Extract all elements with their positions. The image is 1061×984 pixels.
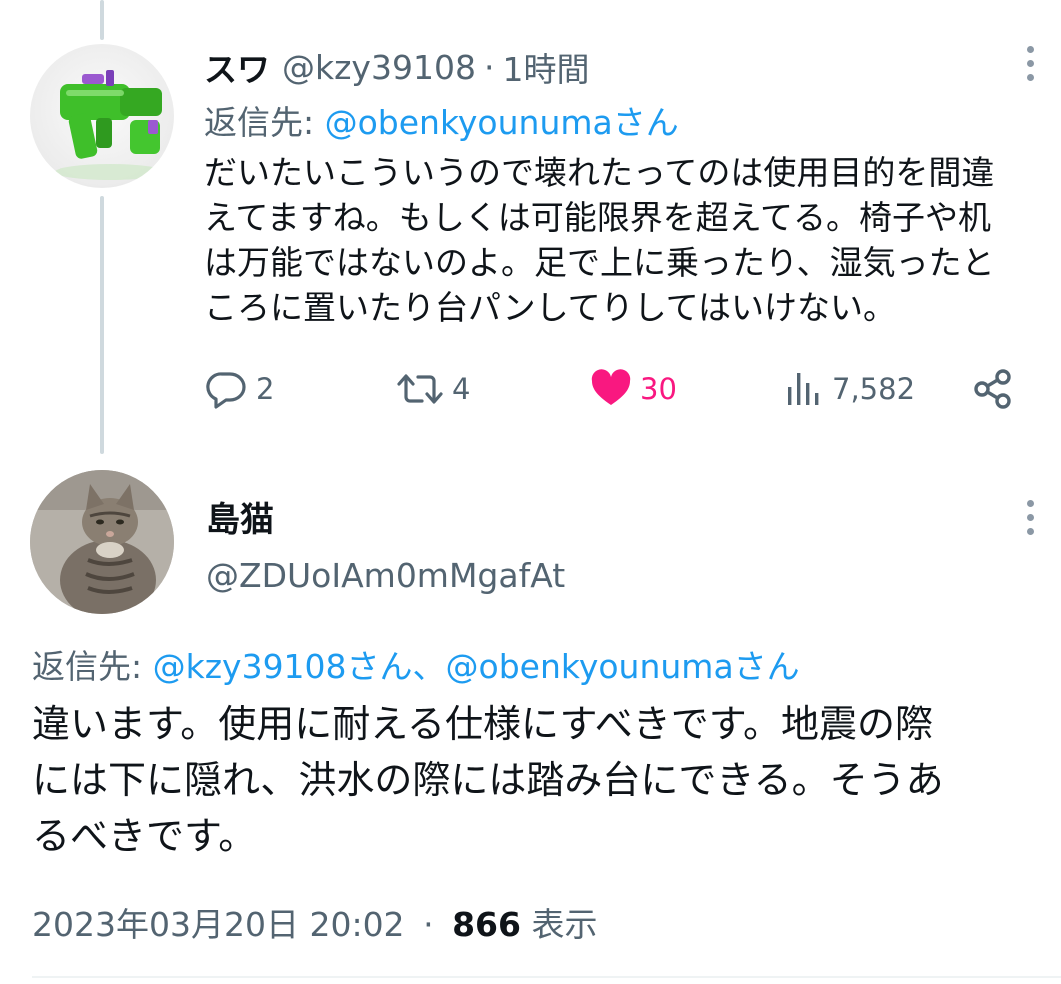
tweet2-separator: · xyxy=(423,905,434,944)
toy-gun-avatar-image xyxy=(55,70,165,180)
reply-button[interactable]: 2 xyxy=(204,364,274,414)
views-count: 7,582 xyxy=(832,372,916,406)
tweet2-author-handle[interactable]: @ZDUoIAm0mMgafAt xyxy=(206,556,565,595)
like-count: 30 xyxy=(640,372,677,406)
avatar-shimaneko[interactable] xyxy=(30,470,174,614)
tweet1-author-name[interactable]: スワ xyxy=(204,43,270,91)
tweet1-action-bar: 2 4 30 7,582 xyxy=(204,364,1024,414)
more-icon[interactable] xyxy=(1025,500,1035,535)
more-icon[interactable] xyxy=(1025,46,1035,81)
like-button[interactable]: 30 xyxy=(590,364,677,414)
retweet-icon xyxy=(397,374,443,404)
tweet1-time[interactable]: 1時間 xyxy=(502,43,589,91)
tweet2-view-count: 866 xyxy=(452,905,521,944)
tweet1-body-line: は万能ではないのよ。足で上に乗ったり、湿気ったと xyxy=(204,243,995,282)
share-button[interactable] xyxy=(972,364,1014,414)
tweet1-body: だいたいこういうので壊れたってのは使用目的を間違 えてますね。もしくは可能限界を… xyxy=(204,150,1044,330)
tweet2-timestamp[interactable]: 2023年03月20日 20:02 xyxy=(32,905,405,944)
avatar-suwa[interactable] xyxy=(30,44,174,188)
reply-icon xyxy=(206,372,246,409)
tweet1-reply-to: 返信先: @obenkyounumaさん xyxy=(204,96,679,144)
tweet1-header: スワ @kzy39108 · 1時間 xyxy=(204,44,589,90)
like-icon xyxy=(591,369,631,405)
tweet1-body-line: ころに置いたり台パンしてりしてはいけない。 xyxy=(204,288,897,327)
reply-to-mentions-link[interactable]: @kzy39108さん、@obenkyounumaさん xyxy=(153,647,800,686)
tweet1-separator: · xyxy=(483,47,495,87)
reply-to-label: 返信先: xyxy=(32,647,153,686)
reply-to-mention-link[interactable]: @obenkyounumaさん xyxy=(325,103,679,142)
views-icon xyxy=(788,373,819,405)
tweet1-author-handle[interactable]: @kzy39108 xyxy=(282,48,476,87)
thread-line-top xyxy=(100,0,104,40)
thread-line xyxy=(100,196,104,454)
reply-to-label: 返信先: xyxy=(204,103,325,142)
tweet1-body-line: えてますね。もしくは可能限界を超えてる。椅子や机 xyxy=(204,198,992,237)
divider xyxy=(32,976,1061,978)
tweet1-body-line: だいたいこういうので壊れたってのは使用目的を間違 xyxy=(204,153,995,192)
tweet2-body-line: には下に隠れ、洪水の際には踏み台にできる。そうあ xyxy=(32,758,944,802)
tweet2-author-name[interactable]: 島猫 xyxy=(206,492,274,541)
tweet2-view-label: 表示 xyxy=(531,905,598,944)
tweet2-body-line: るべきです。 xyxy=(32,814,257,858)
tweet2-body: 違います。使用に耐える仕様にすべきです。地震の際 には下に隠れ、洪水の際には踏み… xyxy=(32,696,1042,864)
retweet-count: 4 xyxy=(452,372,471,406)
tweet2-reply-to: 返信先: @kzy39108さん、@obenkyounumaさん xyxy=(32,640,800,688)
cat-avatar-image xyxy=(30,470,174,614)
tweet2-meta: 2023年03月20日 20:02 · 866 表示 xyxy=(32,898,597,946)
tweet2-body-line: 違います。使用に耐える仕様にすべきです。地震の際 xyxy=(32,702,933,746)
retweet-button[interactable]: 4 xyxy=(396,364,470,414)
views-button[interactable]: 7,582 xyxy=(784,364,915,414)
share-icon xyxy=(974,369,1011,409)
reply-count: 2 xyxy=(256,372,275,406)
